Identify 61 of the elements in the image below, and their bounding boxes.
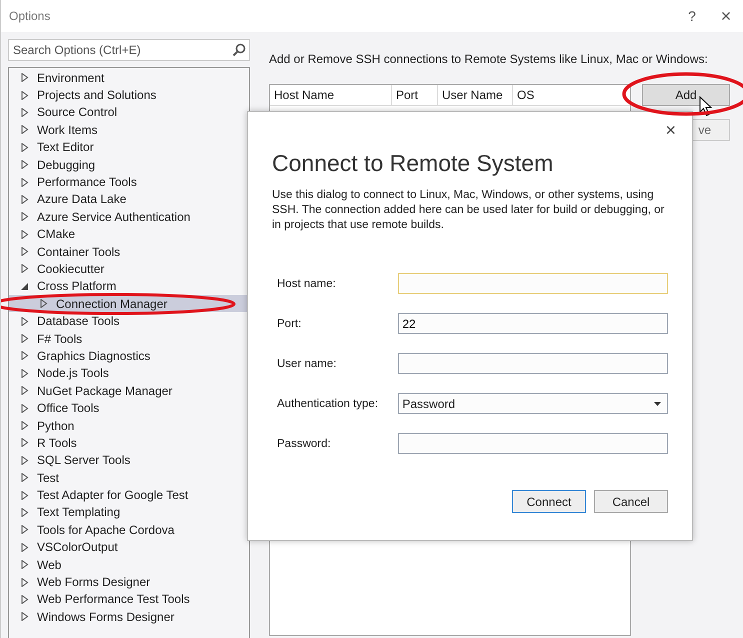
tree-item[interactable]: Azure Data Lake (9, 190, 249, 208)
tree-item[interactable]: Text Templating (9, 504, 249, 522)
tree-item[interactable]: Cookiecutter (9, 260, 249, 278)
caret-icon (654, 402, 661, 406)
column-header[interactable]: Port (392, 85, 438, 105)
dropdown-field[interactable]: Password (398, 393, 668, 414)
dialog-title: Connect to Remote System (272, 149, 554, 178)
tree-item[interactable]: Windows Forms Designer (9, 608, 249, 626)
window-title: Options (9, 9, 50, 23)
input-field[interactable] (398, 433, 668, 454)
column-header[interactable]: User Name (438, 85, 513, 105)
tree-item[interactable]: Database Tools (9, 312, 249, 330)
tree-item[interactable]: Test (9, 468, 249, 486)
field-label: User name: (277, 358, 338, 370)
tree-item[interactable]: Performance Tools (9, 173, 249, 191)
tree-item[interactable]: Web Forms Designer (9, 573, 249, 591)
expand-arrow-icon[interactable] (40, 299, 48, 308)
tree-item[interactable]: Azure Service Authentication (9, 208, 249, 226)
tree-item[interactable]: Node.js Tools (9, 364, 249, 382)
tree-item[interactable]: SQL Server Tools (9, 452, 249, 469)
tree-item[interactable]: CMake (9, 226, 249, 243)
tree-item[interactable]: Tools for Apache Cordova (9, 521, 249, 539)
tree-item[interactable]: Cross Platform (9, 278, 249, 296)
tree-item[interactable]: Container Tools (9, 242, 249, 260)
tree-item[interactable]: R Tools (9, 434, 249, 452)
field-label: Host name: (277, 278, 337, 290)
mouse-pointer-icon (699, 96, 713, 117)
add-button[interactable]: Add (642, 84, 730, 106)
tree-item[interactable]: Debugging (9, 156, 249, 174)
tree-item[interactable]: Test Adapter for Google Test (9, 486, 249, 504)
column-header[interactable]: OS (513, 85, 630, 105)
tree-item[interactable]: Web (9, 556, 249, 574)
cancel-button[interactable]: Cancel (594, 490, 668, 513)
tree-item[interactable]: Graphics Diagnostics (9, 347, 249, 365)
search-field[interactable]: Search Options (Ctrl+E) (8, 39, 250, 61)
column-header[interactable]: Host Name (270, 85, 392, 105)
tree-item[interactable]: Office Tools (9, 399, 249, 417)
description-text: Add or Remove SSH connections to Remote Systems like Linux, Mac or Windows: (269, 51, 709, 68)
tree-item[interactable]: Projects and Solutions (9, 86, 249, 104)
tree-item[interactable]: NuGet Package Manager (9, 382, 249, 400)
input-field[interactable]: 22 (398, 313, 668, 334)
field-label: Authentication type: (277, 398, 380, 410)
field-label: Password: (277, 438, 332, 450)
collapse-arrow-icon[interactable] (21, 282, 29, 291)
connect-button[interactable]: Connect (512, 490, 586, 513)
field-label: Port: (277, 318, 302, 330)
tree-item[interactable]: Environment (9, 69, 249, 86)
input-field[interactable] (398, 353, 668, 374)
tree-item[interactable]: Web Performance Test Tools (9, 590, 249, 608)
help-button[interactable]: ? (675, 1, 709, 31)
search-icon (232, 43, 246, 57)
tree-item[interactable]: Python (9, 416, 249, 434)
close-button[interactable]: × (661, 120, 680, 140)
close-button[interactable]: × (709, 1, 743, 31)
tree-item[interactable]: Source Control (9, 104, 249, 122)
tree-item[interactable]: Work Items (9, 121, 249, 139)
tree-item[interactable]: F# Tools (9, 330, 249, 348)
dialog-description: Use this dialog to connect to Linux, Mac, Windows, or other systems, using SSH. The connection added here can be used later for build or debugging, or in projects that use remote builds. (272, 188, 666, 233)
tree-item[interactable]: Text Editor (9, 138, 249, 156)
input-field[interactable] (398, 273, 668, 294)
tree-item[interactable]: VSColorOutput (9, 538, 249, 556)
